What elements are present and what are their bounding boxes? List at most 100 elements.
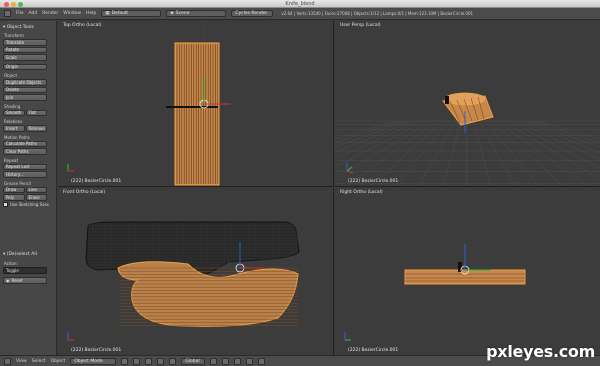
info-header: File Add Render Window Help ▦ Default ◈ … [0,8,600,20]
pivot-point-icon[interactable] [133,357,141,365]
manipulator-toggle-icon[interactable] [145,357,153,365]
grease-buttons-row1: Draw Line [3,186,47,193]
operator-title: ▾ (De)select All [3,252,37,257]
menu-render[interactable]: Render [42,11,58,16]
menu-help[interactable]: Help [86,11,96,16]
axis-gizmo-icon [344,332,351,341]
viewport-shading-icon[interactable] [121,357,129,365]
viewport-object-name: (222) BezierCircle.001 [71,348,122,353]
render-engine-selector[interactable]: Cycles Render [231,10,274,17]
menu-view[interactable]: View [16,359,27,364]
section-shading-label: Shading [4,103,21,109]
history-button[interactable]: History... [3,171,47,178]
viewport-user-persp[interactable]: User Persp (Local) (222) BezierCircle.00… [335,21,600,187]
user-persp-scene [335,92,600,186]
use-sketching-toggle[interactable]: Use Sketching Sess [3,201,53,207]
lock-layer-icon[interactable] [222,357,230,365]
viewport-right-ortho[interactable]: Right Ortho (Local) (222) BezierCircle.0… [335,188,600,355]
scene-icon: ◈ [170,11,174,16]
viewport-object-name: (222) BezierCircle.001 [71,179,122,184]
render-engine-value: Cycles Render [235,11,268,16]
layout-value: Default [111,11,129,16]
flat-button[interactable]: Flat [25,109,47,116]
translate-manipulator-icon[interactable] [157,357,165,365]
remove-keyframe-button[interactable]: Remove [25,125,47,132]
viewport-label: Right Ortho (Local) [340,190,383,195]
shading-buttons: Smooth Flat [3,109,47,116]
reset-button[interactable]: ◉ Reset [3,277,47,284]
menu-window[interactable]: Window [63,11,81,16]
relations-buttons: Insert Remove [3,125,47,132]
knife-top-view [174,42,220,186]
scene-value: Scene [175,11,190,16]
editor-type-icon[interactable] [4,357,11,365]
scene-selector[interactable]: ◈ Scene [166,10,227,17]
orientation-selector[interactable]: Global [181,357,206,365]
tool-shelf: ▾ Object Tools Transform Translate Rotat… [0,21,57,355]
duplicate-objects-button[interactable]: Duplicate Objects [3,79,47,86]
mode-selector[interactable]: Object Mode [70,357,117,365]
insert-keyframe-button[interactable]: Insert [3,125,25,132]
viewport-object-name: (222) BezierCircle.001 [348,179,399,184]
calculate-paths-button[interactable]: Calculate Paths [3,140,47,147]
tool-shelf-title: ▾ Object Tools [3,25,34,30]
draw-button[interactable]: Draw [3,186,25,193]
smooth-button[interactable]: Smooth [3,109,25,116]
mode-value: Object Mode [74,358,103,364]
watermark-logo: pxleyes.com [486,342,595,361]
menu-object[interactable]: Object [51,359,66,364]
info-editor-icon[interactable] [4,10,11,17]
knife-blade-shape [117,261,299,327]
repeat-last-button[interactable]: Repeat Last [3,163,47,170]
window-title: Knife_blend [285,1,315,7]
orientation-value: Global [185,358,200,364]
viewport-object-name: (222) BezierCircle.001 [348,348,399,353]
perspective-grid [335,120,600,186]
poly-button[interactable]: Poly [3,194,25,201]
viewport-label: Top Ortho (Local) [63,23,102,28]
section-grease-label: Grease Pencil [4,180,32,186]
line-button[interactable]: Line [25,186,47,193]
rotate-button[interactable]: Rotate [3,46,47,53]
operator-title-text: (De)select All [6,252,37,257]
origin-button[interactable]: Origin [3,63,47,70]
tool-shelf-title-text: Object Tools [6,25,34,30]
erase-button[interactable]: Erase [25,194,47,201]
menu-add[interactable]: Add [29,11,38,16]
window-titlebar: Knife_blend [0,0,600,8]
rotate-manipulator-icon[interactable] [169,357,177,365]
section-relations-label: Relations [4,119,23,124]
use-sketching-label: Use Sketching Sess [10,201,49,207]
reset-label: Reset [11,278,23,283]
top-ortho-scene [58,21,333,186]
proportional-edit-icon[interactable] [234,357,242,365]
render-icon[interactable] [258,357,266,365]
viewport-label: Front Ortho (Local) [63,190,106,195]
viewport-top-ortho[interactable]: Top Ortho (Local) (222) BezierCircle.001 [58,21,334,187]
clear-paths-button[interactable]: Clear Paths [3,148,47,155]
section-repeat-label: Repeat [4,157,19,163]
reset-icon: ◉ [6,278,10,283]
axis-gizmo-icon [67,164,74,172]
viewport-label: User Persp (Local) [340,23,381,28]
section-object-label: Object [4,73,18,78]
section-transform-label: Transform [4,33,24,38]
front-ortho-scene [67,221,300,341]
knife-persp-view [442,92,494,126]
layout-icon: ▦ [105,11,110,16]
use-sketching-checkbox[interactable] [3,201,8,207]
scene-stats: v2.64 | Verts:13540 | Faces:27008 | Obje… [281,11,474,16]
join-button[interactable]: Join [3,94,47,101]
scale-button[interactable]: Scale [3,54,47,61]
action-select[interactable]: Toggle [3,267,47,274]
grease-buttons-row2: Poly Erase [3,194,47,201]
delete-button[interactable]: Delete [3,86,47,93]
translate-button[interactable]: Translate [3,39,47,46]
layout-selector[interactable]: ▦ Default [101,10,162,17]
menu-select[interactable]: Select [32,359,46,364]
menu-file[interactable]: File [16,11,24,16]
snap-icon[interactable] [246,357,254,365]
layer-icon[interactable] [210,357,218,365]
axis-gizmo-icon [67,332,74,341]
viewport-front-ortho[interactable]: Front Ortho (Local) (222) BezierCircle.0… [58,188,334,355]
